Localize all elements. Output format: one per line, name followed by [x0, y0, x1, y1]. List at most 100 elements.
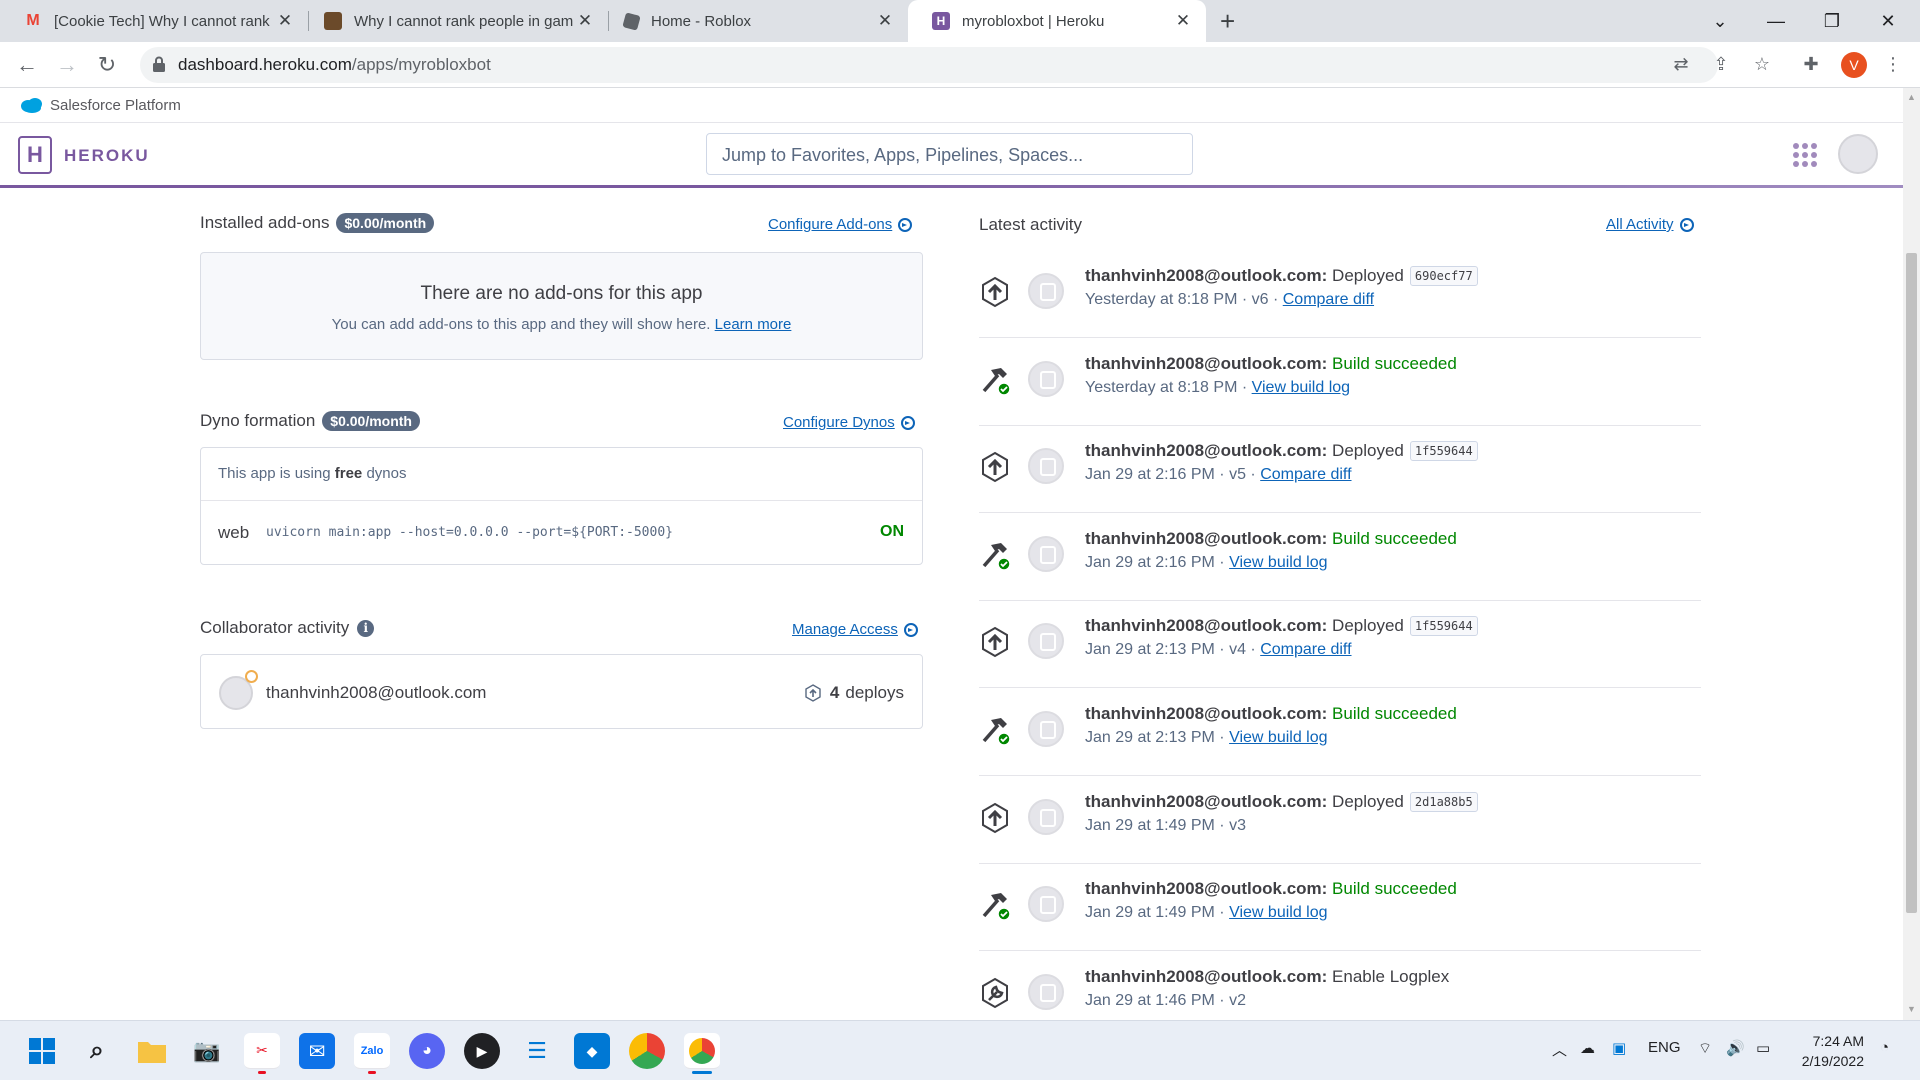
browser-tab-gmail[interactable]: M [Cookie Tech] Why I cannot rank ✕: [0, 0, 308, 42]
info-icon[interactable]: i: [357, 619, 375, 637]
learn-more-link[interactable]: Learn more: [715, 316, 792, 333]
notepad-icon[interactable]: ☰: [519, 1033, 555, 1069]
activity-meta: Yesterday at 8:18 PM · v6 · Compare diff: [1085, 291, 1374, 309]
heroku-logo-icon[interactable]: H: [18, 136, 52, 174]
back-icon[interactable]: ←: [13, 51, 41, 79]
activity-time: Jan 29 at 1:46 PM · v2: [1085, 991, 1246, 1009]
scrollbar-thumb[interactable]: [1906, 253, 1917, 913]
activity-action: Deployed: [1327, 266, 1404, 285]
view-build-log-link[interactable]: View build log: [1252, 379, 1350, 396]
dyno-price-badge: $0.00/month: [322, 411, 420, 431]
profile-avatar[interactable]: V: [1841, 52, 1867, 78]
media-player-icon[interactable]: ▶: [464, 1033, 500, 1069]
compare-diff-link[interactable]: Compare diff: [1260, 641, 1351, 658]
activity-summary: thanhvinh2008@outlook.com: Deployed 1f559…: [1085, 616, 1478, 637]
tray-app-icon[interactable]: ▣: [1612, 1039, 1626, 1057]
onedrive-icon[interactable]: ☁: [1580, 1039, 1595, 1057]
dyno-type-note: This app is using free dynos: [201, 448, 922, 501]
close-tab-icon[interactable]: ✕: [276, 11, 294, 31]
minimize-icon[interactable]: —: [1748, 0, 1804, 42]
activity-item: thanhvinh2008@outlook.com: Build succeed…: [979, 513, 1701, 601]
heroku-brand[interactable]: HEROKU: [64, 146, 150, 166]
user-avatar: [1028, 535, 1064, 572]
activity-meta: Jan 29 at 2:13 PM · View build log: [1085, 729, 1328, 747]
scroll-down-icon[interactable]: ▼: [1907, 1004, 1916, 1014]
camera-app-icon[interactable]: 📷: [189, 1033, 225, 1069]
close-tab-icon[interactable]: ✕: [876, 11, 894, 31]
view-build-log-link[interactable]: View build log: [1229, 904, 1327, 921]
forward-icon[interactable]: →: [53, 51, 81, 79]
activity-summary: thanhvinh2008@outlook.com: Build succeed…: [1085, 704, 1457, 724]
chrome-profile-icon[interactable]: [684, 1033, 720, 1074]
volume-icon[interactable]: 🔊: [1726, 1039, 1745, 1057]
tab-search-icon[interactable]: ⌄: [1692, 0, 1748, 42]
mail-icon[interactable]: ✉: [299, 1033, 335, 1069]
discord-icon[interactable]: ◕: [409, 1033, 445, 1069]
app-switcher-icon[interactable]: [1793, 143, 1817, 167]
share-icon[interactable]: ⇪: [1708, 51, 1734, 77]
wifi-icon[interactable]: ⌔: [1698, 1039, 1712, 1058]
browser-tab-heroku[interactable]: H myrobloxbot | Heroku ✕: [908, 0, 1206, 42]
roblox-icon: [622, 11, 641, 31]
taskbar-search-icon[interactable]: ⌕: [79, 1033, 115, 1069]
address-bar[interactable]: dashboard.heroku.com/apps/myrobloxbot: [140, 47, 1718, 83]
language-indicator[interactable]: ENG: [1648, 1039, 1681, 1056]
compare-diff-link[interactable]: Compare diff: [1283, 291, 1374, 308]
close-tab-icon[interactable]: ✕: [576, 11, 594, 31]
tray-overflow-icon[interactable]: ︿: [1552, 1039, 1567, 1060]
taskbar-clock[interactable]: 7:24 AM 2/19/2022: [1792, 1031, 1864, 1071]
addons-empty-state: There are no add-ons for this app You ca…: [200, 252, 923, 360]
extensions-icon[interactable]: ✚: [1798, 51, 1824, 77]
bookmark-star-icon[interactable]: ☆: [1749, 51, 1775, 77]
jump-search-input[interactable]: Jump to Favorites, Apps, Pipelines, Spac…: [706, 133, 1193, 175]
compare-diff-link[interactable]: Compare diff: [1260, 466, 1351, 483]
dyno-command: uvicorn main:app --host=0.0.0.0 --port=$…: [266, 525, 673, 540]
account-avatar[interactable]: [1838, 134, 1878, 174]
configure-addons-link[interactable]: Configure Add-ons: [768, 216, 913, 233]
activity-item: thanhvinh2008@outlook.com: Deployed 2d1a8…: [979, 776, 1701, 864]
collaborator-card: thanhvinh2008@outlook.com 4 deploys: [200, 654, 923, 729]
addons-empty-text: You can add add-ons to this app and they…: [331, 316, 792, 333]
reload-icon[interactable]: ↻: [93, 51, 121, 79]
activity-meta: Jan 29 at 1:49 PM · v3: [1085, 817, 1246, 835]
activity-summary: thanhvinh2008@outlook.com: Deployed 2d1a8…: [1085, 791, 1478, 812]
configure-dynos-link[interactable]: Configure Dynos: [783, 414, 915, 431]
translate-icon[interactable]: ⇄: [1668, 51, 1694, 77]
scroll-up-icon[interactable]: ▲: [1907, 92, 1916, 102]
activity-action: Build succeeded: [1327, 879, 1457, 899]
snipping-tool-icon[interactable]: ✂: [244, 1033, 280, 1074]
activity-item: thanhvinh2008@outlook.com: Deployed 1f559…: [979, 600, 1701, 689]
manage-access-link[interactable]: Manage Access: [792, 621, 918, 638]
deploy-icon: [979, 626, 1011, 658]
restore-icon[interactable]: ❐: [1804, 0, 1860, 42]
browser-tab-roblox-game[interactable]: Why I cannot rank people in gam ✕: [300, 0, 608, 42]
roblox-game-icon: [324, 12, 342, 30]
view-build-log-link[interactable]: View build log: [1229, 729, 1327, 746]
page-scrollbar[interactable]: ▲ ▼: [1903, 88, 1920, 1020]
heroku-header: H HEROKU Jump to Favorites, Apps, Pipeli…: [0, 123, 1903, 187]
browser-tab-roblox-home[interactable]: Home - Roblox ✕: [600, 0, 908, 42]
zalo-icon[interactable]: Zalo: [354, 1033, 390, 1074]
activity-action: Deployed: [1327, 791, 1404, 811]
battery-icon[interactable]: ▭: [1756, 1039, 1770, 1057]
activity-item: thanhvinh2008@outlook.com: Build succeed…: [979, 688, 1701, 776]
activity-time: Jan 29 at 1:49 PM · v3: [1085, 816, 1246, 834]
view-build-log-link[interactable]: View build log: [1229, 554, 1327, 571]
close-tab-icon[interactable]: ✕: [1174, 11, 1192, 31]
activity-action: Build succeeded: [1327, 353, 1457, 373]
activity-time: Jan 29 at 2:13 PM ·: [1085, 729, 1230, 746]
all-activity-link[interactable]: All Activity: [1606, 216, 1694, 233]
salesforce-platform-label: Salesforce Platform: [50, 97, 181, 114]
user-avatar: [1028, 623, 1064, 660]
chrome-icon[interactable]: [629, 1033, 665, 1069]
roblox-studio-icon[interactable]: ◆: [574, 1033, 610, 1069]
windows-start-icon[interactable]: [24, 1033, 60, 1069]
owner-badge-icon: [245, 670, 258, 683]
notifications-icon[interactable]: ◔: [1880, 1039, 1889, 1056]
activity-action: Deployed: [1327, 616, 1404, 636]
chrome-menu-icon[interactable]: ⋮: [1880, 51, 1906, 77]
new-tab-button[interactable]: +: [1220, 6, 1235, 37]
file-explorer-icon[interactable]: [134, 1033, 170, 1069]
close-window-icon[interactable]: ✕: [1860, 0, 1916, 42]
activity-user: thanhvinh2008@outlook.com:: [1085, 266, 1328, 285]
